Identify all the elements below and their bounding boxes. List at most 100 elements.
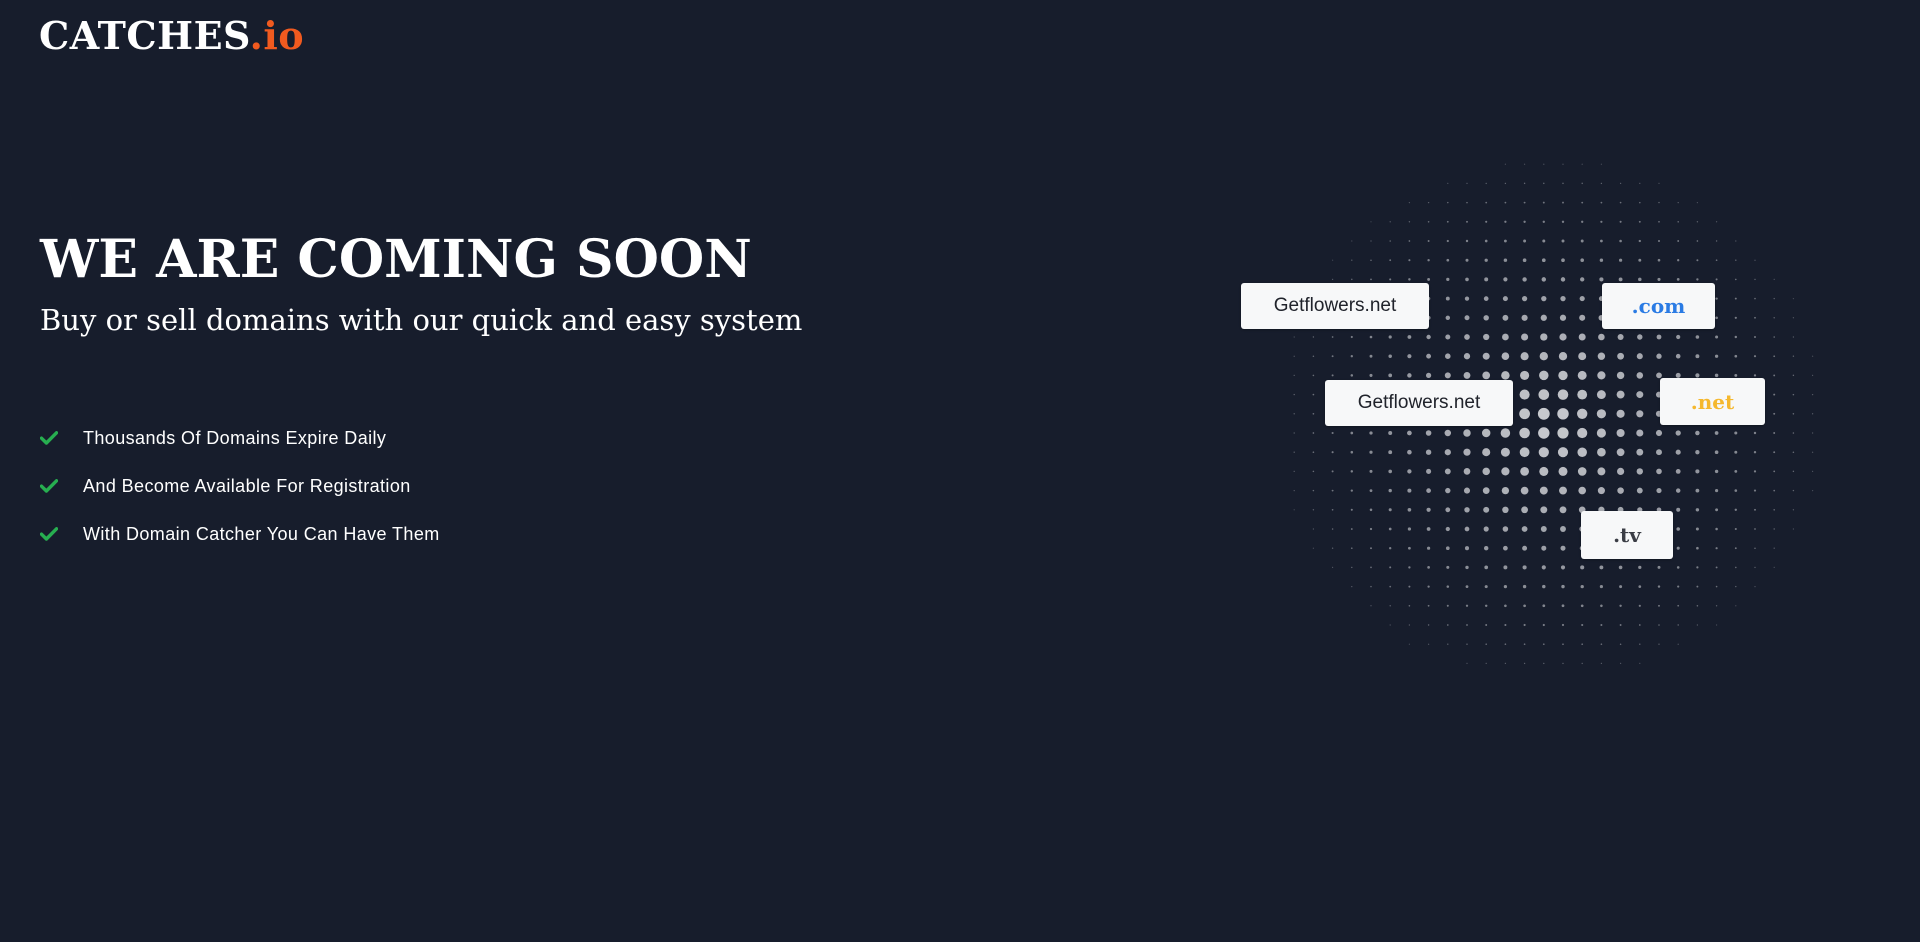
globe-dot: [1561, 239, 1565, 243]
globe-dot: [1482, 487, 1490, 494]
globe-dot: [1331, 489, 1334, 492]
globe-dot: [1638, 624, 1641, 626]
globe-dot: [1541, 565, 1546, 570]
globe-dot: [1426, 468, 1432, 474]
globe-dot: [1369, 508, 1373, 512]
check-icon: [40, 428, 64, 448]
globe-dot: [1445, 334, 1451, 340]
globe-dot: [1676, 566, 1680, 569]
globe-dot: [1293, 355, 1295, 357]
globe-dot: [1540, 314, 1547, 321]
globe-dot: [1676, 546, 1680, 550]
globe-dot: [1408, 624, 1411, 626]
globe-dot: [1773, 336, 1775, 338]
globe-dot: [1617, 333, 1624, 341]
globe-dot: [1504, 201, 1507, 204]
globe-dot: [1312, 432, 1315, 434]
globe-dot: [1754, 547, 1756, 549]
globe-dot: [1715, 221, 1718, 223]
globe-dot: [1734, 431, 1738, 435]
globe-dot: [1578, 333, 1586, 341]
globe-dot: [1773, 528, 1775, 530]
globe-dot: [1656, 334, 1662, 340]
globe-dot: [1484, 258, 1488, 262]
globe-dot: [1388, 488, 1392, 493]
globe-dot: [1388, 431, 1393, 435]
globe-dot: [1427, 277, 1431, 281]
globe-dot: [1408, 643, 1410, 645]
globe-dot: [1293, 509, 1295, 511]
hero-title: WE ARE COMING SOON: [40, 229, 752, 290]
globe-dot: [1444, 468, 1451, 475]
globe-dot: [1600, 239, 1603, 243]
globe-dot: [1560, 277, 1566, 282]
globe-dot: [1773, 470, 1776, 473]
globe-dot: [1754, 297, 1756, 300]
globe-dot: [1312, 336, 1315, 338]
globe-dot: [1502, 333, 1509, 341]
globe-dot: [1521, 506, 1528, 514]
globe-dot: [1675, 488, 1681, 493]
globe-dot: [1504, 643, 1507, 646]
globe-dot: [1675, 449, 1681, 455]
globe-dot: [1715, 566, 1718, 569]
globe-dot: [1501, 371, 1510, 380]
globe-dot: [1543, 163, 1545, 165]
globe-dot: [1657, 277, 1661, 281]
globe-dot: [1427, 259, 1430, 262]
domain-card-label: .com: [1631, 294, 1686, 318]
globe-dot: [1618, 565, 1623, 570]
globe-dot: [1658, 220, 1660, 223]
globe-dot: [1600, 643, 1603, 645]
globe-dot: [1446, 220, 1449, 223]
globe-dot: [1293, 489, 1295, 492]
globe-dot: [1695, 450, 1700, 455]
globe-dot: [1485, 643, 1487, 645]
feature-item: With Domain Catcher You Can Have Them: [40, 510, 440, 558]
globe-dot: [1676, 278, 1680, 281]
globe-dot: [1753, 470, 1757, 473]
globe-dot: [1600, 182, 1603, 185]
globe-dot: [1519, 389, 1530, 400]
globe-dot: [1466, 220, 1468, 223]
globe-dot: [1618, 277, 1623, 282]
globe-dot: [1388, 508, 1392, 512]
globe-dot: [1537, 407, 1550, 420]
globe-dot: [1562, 163, 1564, 165]
globe-dot: [1369, 450, 1373, 454]
globe-dot: [1503, 277, 1508, 282]
globe-dot: [1597, 447, 1606, 457]
globe-dot: [1331, 355, 1334, 358]
globe-dot: [1617, 467, 1625, 475]
globe-dot: [1577, 467, 1587, 476]
globe-dot: [1522, 258, 1527, 263]
globe-dot: [1523, 201, 1526, 204]
globe-dot: [1597, 467, 1606, 476]
globe-dot: [1483, 296, 1489, 301]
globe-dot: [1773, 355, 1776, 358]
globe-dot: [1754, 336, 1756, 338]
globe-dot: [1599, 258, 1604, 262]
globe-dot: [1596, 409, 1607, 419]
globe-dot: [1369, 373, 1373, 377]
globe-dot: [1501, 467, 1510, 476]
globe-dot: [1350, 547, 1353, 550]
globe-dot: [1561, 220, 1565, 223]
globe-dot: [1350, 470, 1354, 473]
globe-dot: [1714, 450, 1719, 455]
globe-dot: [1312, 355, 1315, 357]
globe-dot: [1734, 335, 1738, 339]
globe-dot: [1351, 585, 1353, 588]
globe-dot: [1523, 604, 1526, 608]
globe-dot: [1677, 624, 1679, 626]
feature-item: Thousands Of Domains Expire Daily: [40, 414, 440, 462]
globe-dot: [1446, 585, 1450, 588]
globe-dot: [1504, 220, 1507, 223]
brand-logo[interactable]: CATCHES.io: [39, 12, 304, 60]
globe-dot: [1466, 201, 1468, 204]
globe-dot: [1389, 221, 1391, 223]
globe-dot: [1388, 335, 1392, 339]
globe-dot: [1522, 545, 1528, 551]
globe-dot: [1407, 335, 1412, 339]
globe-dot: [1600, 623, 1603, 627]
